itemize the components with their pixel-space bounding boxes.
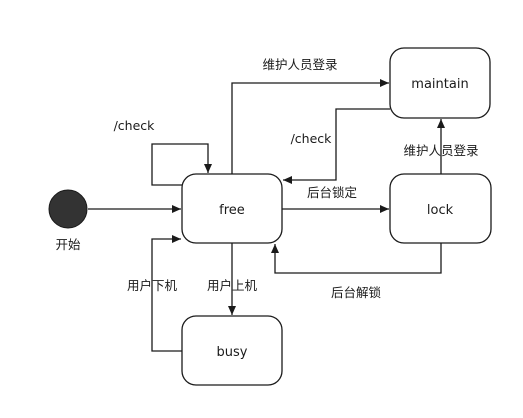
start-label: 开始 (55, 237, 81, 252)
edge-lock-free-label: 后台解锁 (331, 285, 382, 300)
state-maintain: maintain (389, 47, 491, 119)
state-diagram: 开始 free maintain lock busy /check 维护人员登录… (48, 47, 492, 386)
edge-busy-free (151, 235, 182, 352)
edge-free-lock-label: 后台锁定 (307, 185, 357, 200)
edge-lock-maintain-label: 维护人员登录 (403, 143, 478, 158)
edge-busy-free-label: 用户下机 (127, 278, 178, 293)
edge-free-busy-label: 用户上机 (207, 278, 258, 293)
state-diagram-canvas: 开始 free maintain lock busy /check 维护人员登录… (0, 0, 523, 418)
edge-lock-free (271, 243, 442, 274)
state-busy: busy (181, 315, 283, 386)
state-lock-label: lock (427, 203, 454, 218)
state-maintain-label: maintain (411, 77, 468, 92)
edge-free-self-label: /check (114, 118, 156, 133)
start-node (48, 189, 88, 229)
edge-free-maintain-label: 维护人员登录 (262, 57, 337, 72)
state-busy-label: busy (217, 345, 248, 360)
state-free: free (181, 173, 283, 244)
state-lock: lock (389, 173, 492, 244)
state-free-label: free (219, 203, 245, 218)
edge-free-maintain (231, 79, 389, 174)
edge-maintain-free-label: /check (291, 131, 333, 146)
